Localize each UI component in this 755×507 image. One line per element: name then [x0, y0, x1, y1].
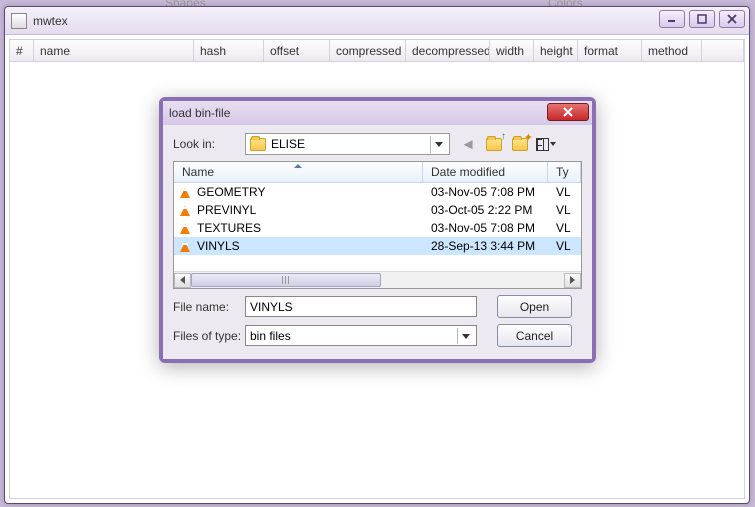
open-button[interactable]: Open: [497, 295, 572, 318]
file-list: Name Date modified Ty GEOMETRY 03-Nov-05 …: [173, 161, 582, 289]
file-row[interactable]: PREVINYL 03-Oct-05 2:22 PM VL: [174, 201, 581, 219]
column-hash[interactable]: hash: [194, 40, 264, 61]
sparkle-icon: ✦: [524, 131, 533, 144]
filename-label: File name:: [173, 300, 245, 314]
file-icon: [178, 203, 192, 217]
col-name[interactable]: Name: [174, 162, 423, 182]
column-filler: [702, 40, 744, 61]
triangle-right-icon: [570, 276, 575, 284]
close-icon: [727, 14, 737, 24]
col-date[interactable]: Date modified: [423, 162, 548, 182]
column-width[interactable]: width: [490, 40, 534, 61]
file-list-header: Name Date modified Ty: [174, 162, 581, 183]
dialog-body: Look in: ELISE ◄ ↑ ✦: [163, 125, 592, 359]
app-icon: [11, 13, 27, 29]
column-compressed[interactable]: compressed: [330, 40, 406, 61]
file-date: 03-Nov-05 7:08 PM: [431, 185, 535, 199]
cancel-button[interactable]: Cancel: [497, 324, 572, 347]
cancel-button-label: Cancel: [516, 329, 553, 343]
column-height[interactable]: height: [534, 40, 578, 61]
h-scrollbar[interactable]: [174, 271, 581, 288]
app-title: mwtex: [33, 14, 68, 28]
file-list-body[interactable]: GEOMETRY 03-Nov-05 7:08 PM VL PREVINYL 03-Oc…: [174, 183, 581, 271]
folder-icon: [486, 138, 502, 151]
minimize-button[interactable]: [659, 10, 685, 28]
file-row[interactable]: VINYLS 28-Sep-13 3:44 PM VL: [174, 237, 581, 255]
arrow-left-icon: ◄: [461, 136, 476, 153]
col-date-label: Date modified: [431, 165, 505, 179]
chevron-down-icon: [550, 142, 556, 146]
grip-icon: [282, 276, 290, 284]
file-icon: [178, 221, 192, 235]
dialog-close-button[interactable]: [547, 103, 589, 121]
column-method[interactable]: method: [642, 40, 702, 61]
grid-icon: [536, 138, 549, 151]
window-controls: [659, 10, 745, 28]
dialog-toolbar: ◄ ↑ ✦: [458, 134, 556, 154]
file-icon: [178, 185, 192, 199]
main-titlebar[interactable]: mwtex: [5, 7, 749, 35]
file-date: 28-Sep-13 3:44 PM: [431, 239, 535, 253]
close-button[interactable]: [719, 10, 745, 28]
close-icon: [562, 107, 574, 117]
col-name-label: Name: [182, 165, 214, 179]
table-header: #namehashoffsetcompresseddecompressedwid…: [10, 40, 744, 62]
open-button-label: Open: [520, 300, 549, 314]
view-menu-button[interactable]: [536, 134, 556, 154]
chevron-down-icon[interactable]: [457, 328, 474, 344]
arrow-up-icon: ↑: [501, 131, 506, 142]
file-type: VL: [556, 239, 571, 253]
filename-input[interactable]: [245, 296, 477, 317]
file-row[interactable]: TEXTURES 03-Nov-05 7:08 PM VL: [174, 219, 581, 237]
file-name: PREVINYL: [197, 203, 256, 217]
filetype-combobox[interactable]: bin files: [245, 325, 477, 346]
maximize-icon: [697, 14, 707, 24]
filename-row: File name: Open: [173, 295, 582, 318]
scroll-left-button[interactable]: [174, 273, 191, 288]
column-decompressed[interactable]: decompressed: [406, 40, 490, 61]
column-offset[interactable]: offset: [264, 40, 330, 61]
look-in-combobox[interactable]: ELISE: [245, 133, 450, 155]
column-format[interactable]: format: [578, 40, 642, 61]
scrollbar-thumb[interactable]: [191, 273, 381, 287]
file-row[interactable]: GEOMETRY 03-Nov-05 7:08 PM VL: [174, 183, 581, 201]
column-#[interactable]: #: [10, 40, 34, 61]
dialog-titlebar[interactable]: load bin-file: [163, 101, 592, 125]
scroll-right-button[interactable]: [564, 273, 581, 288]
look-in-label: Look in:: [173, 137, 245, 151]
col-type-label: Ty: [556, 165, 569, 179]
scrollbar-track[interactable]: [191, 273, 564, 288]
file-icon: [178, 239, 192, 253]
file-name: GEOMETRY: [197, 185, 265, 199]
sort-asc-icon: [294, 164, 302, 168]
col-type[interactable]: Ty: [548, 162, 581, 182]
filetype-label: Files of type:: [173, 329, 245, 343]
file-open-dialog: load bin-file Look in: ELISE ◄ ↑ ✦: [159, 97, 596, 363]
chevron-down-icon[interactable]: [430, 136, 447, 153]
file-date: 03-Nov-05 7:08 PM: [431, 221, 535, 235]
file-date: 03-Oct-05 2:22 PM: [431, 203, 532, 217]
look-in-value: ELISE: [271, 137, 305, 151]
dialog-title: load bin-file: [169, 106, 230, 120]
look-in-row: Look in: ELISE ◄ ↑ ✦: [173, 133, 582, 155]
file-type: VL: [556, 221, 571, 235]
new-folder-button[interactable]: ✦: [510, 134, 530, 154]
file-type: VL: [556, 203, 571, 217]
filetype-value: bin files: [250, 329, 291, 343]
back-button[interactable]: ◄: [458, 134, 478, 154]
up-one-level-button[interactable]: ↑: [484, 134, 504, 154]
file-type: VL: [556, 185, 571, 199]
folder-icon: [250, 138, 266, 151]
triangle-left-icon: [180, 276, 185, 284]
file-name: TEXTURES: [197, 221, 261, 235]
maximize-button[interactable]: [689, 10, 715, 28]
filetype-row: Files of type: bin files Cancel: [173, 324, 582, 347]
column-name[interactable]: name: [34, 40, 194, 61]
minimize-icon: [667, 14, 677, 24]
file-name: VINYLS: [197, 239, 240, 253]
